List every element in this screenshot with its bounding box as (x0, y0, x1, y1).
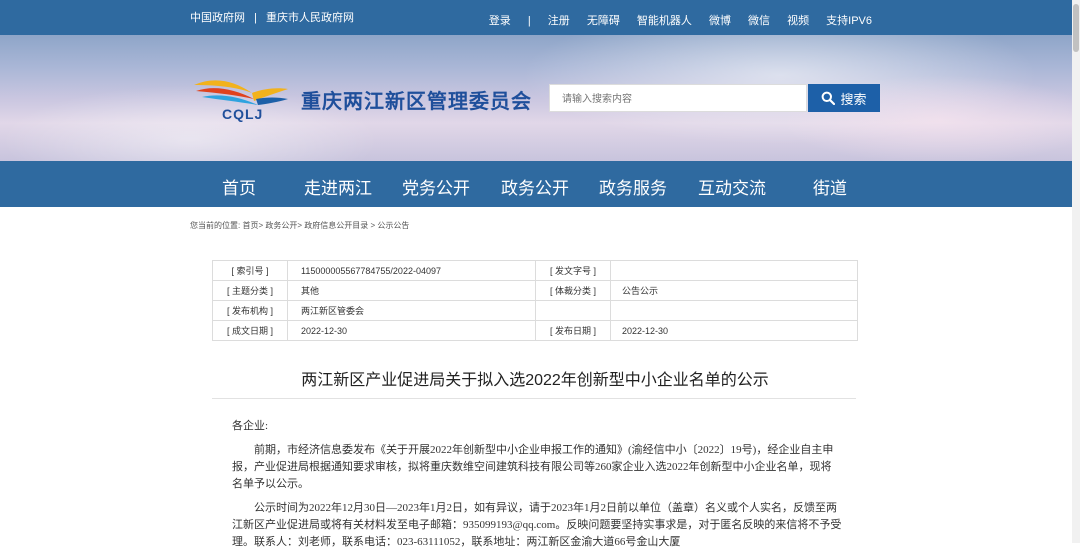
nav-item-party-affairs[interactable]: 党务公开 (402, 174, 470, 199)
link-cq-gov[interactable]: 重庆市人民政府网 (266, 9, 354, 25)
link-robot[interactable]: 智能机器人 (637, 15, 692, 27)
nav-item-streets[interactable]: 街道 (813, 174, 847, 199)
table-cell (610, 300, 858, 321)
info-table: [ 索引号 ] 115000005567784755/2022-04097 [ … (212, 260, 858, 341)
search-button-label: 搜索 (840, 91, 867, 107)
table-cell: 其他 (287, 280, 536, 301)
scrollbar[interactable] (1072, 0, 1080, 543)
table-cell (535, 300, 611, 321)
nav-item-home[interactable]: 首页 (222, 174, 256, 199)
link-login[interactable]: 登录 (489, 15, 511, 27)
document-greeting: 各企业: (232, 420, 269, 432)
table-cell: 115000005567784755/2022-04097 (287, 260, 536, 281)
link-wechat[interactable]: 微信 (748, 15, 770, 27)
table-cell: [ 发布机构 ] (212, 300, 288, 321)
logo-text: CQLJ (222, 106, 264, 122)
table-cell: 两江新区管委会 (287, 300, 536, 321)
nav-item-about[interactable]: 走进两江 (304, 174, 372, 199)
link-ipv6[interactable]: 支持IPV6 (826, 15, 872, 27)
document-paragraph: 前期，市经济信息委发布《关于开展2022年创新型中小企业申报工作的通知》(渝经信… (232, 444, 834, 490)
table-row: [ 成文日期 ] 2022-12-30 [ 发布日期 ] 2022-12-30 (212, 320, 858, 341)
top-links-left: 中国政府网 | 重庆市人民政府网 (190, 9, 354, 25)
table-cell (610, 260, 858, 281)
site-title: 重庆两江新区管理委员会 (301, 91, 532, 113)
search-icon (822, 91, 836, 105)
header-banner: CQLJ 重庆两江新区管理委员会 搜索 (0, 35, 1080, 161)
table-cell: [ 体裁分类 ] (535, 280, 611, 301)
top-bar: 中国政府网 | 重庆市人民政府网 登录 | 注册 无障碍 智能机器人 微博 微信… (0, 0, 1080, 35)
table-cell: [ 索引号 ] (212, 260, 288, 281)
document-paragraph: 公示时间为2022年12月30日—2023年1月2日，如有异议，请于2023年1… (232, 502, 842, 548)
top-links-right: 登录 | 注册 无障碍 智能机器人 微博 微信 视频 支持IPV6 (475, 12, 872, 28)
search-field[interactable] (549, 84, 807, 113)
link-video[interactable]: 视频 (787, 15, 809, 27)
link-accessibility[interactable]: 无障碍 (587, 15, 620, 27)
table-row: [ 索引号 ] 115000005567784755/2022-04097 [ … (212, 260, 858, 281)
table-cell: [ 成文日期 ] (212, 320, 288, 341)
link-gov-cn[interactable]: 中国政府网 (190, 9, 245, 25)
table-row: [ 主题分类 ] 其他 [ 体裁分类 ] 公告公示 (212, 280, 858, 301)
breadcrumb[interactable]: 您当前的位置: 首页> 政务公开> 政府信息公开目录 > 公示公告 (190, 220, 409, 231)
search-button[interactable]: 搜索 (808, 84, 880, 112)
link-register[interactable]: 注册 (548, 15, 570, 27)
main-nav: 首页 走进两江 党务公开 政务公开 政务服务 互动交流 街道 (0, 161, 1080, 207)
nav-item-gov-affairs[interactable]: 政务公开 (501, 174, 569, 199)
table-row: [ 发布机构 ] 两江新区管委会 (212, 300, 858, 321)
table-cell: [ 发布日期 ] (535, 320, 611, 341)
search-input[interactable] (560, 85, 804, 113)
scrollbar-thumb[interactable] (1073, 4, 1079, 52)
link-weibo[interactable]: 微博 (709, 15, 731, 27)
nav-item-interaction[interactable]: 互动交流 (698, 174, 766, 199)
table-cell: 2022-12-30 (287, 320, 536, 341)
table-cell: [ 主题分类 ] (212, 280, 288, 301)
document-title: 两江新区产业促进局关于拟入选2022年创新型中小企业名单的公示 (301, 372, 769, 389)
separator: | (527, 15, 531, 27)
separator: | (254, 12, 257, 24)
table-cell: 2022-12-30 (610, 320, 858, 341)
table-cell: [ 发文字号 ] (535, 260, 611, 281)
nav-item-gov-services[interactable]: 政务服务 (599, 174, 667, 199)
divider (212, 398, 856, 399)
table-cell: 公告公示 (610, 280, 858, 301)
